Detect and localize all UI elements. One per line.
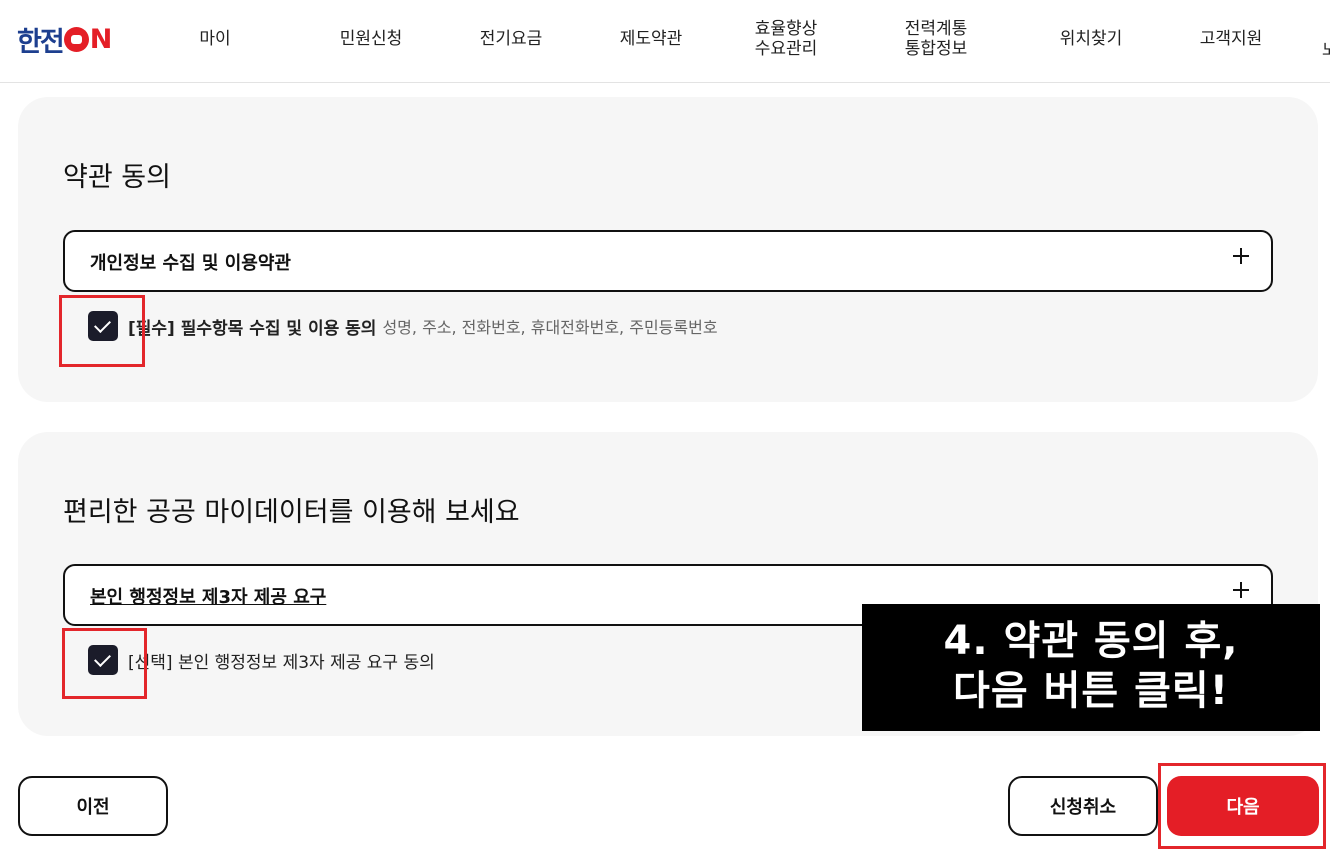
accordion-label: 개인정보 수집 및 이용약관 (90, 253, 291, 274)
overlay-line1: 4. 약관 동의 후, (943, 618, 1239, 664)
previous-button[interactable]: 이전 (18, 776, 168, 836)
nav-label: 제도약관 (619, 29, 683, 49)
privacy-terms-accordion[interactable]: 개인정보 수집 및 이용약관 (63, 230, 1273, 292)
nav-item-location[interactable]: 위치찾기 (1045, 0, 1137, 78)
logo-on-mark: N (63, 23, 113, 55)
plus-icon[interactable] (1231, 246, 1251, 266)
nav-item-customer-support[interactable]: 고객지원 (1185, 0, 1277, 78)
terms-agreement-card: 약관 동의 개인정보 수집 및 이용약관 [필수] 필수항목 수집 및 이용 동… (18, 97, 1318, 402)
next-button[interactable]: 다음 (1167, 776, 1319, 836)
nav-label: 효율향상 (754, 19, 818, 39)
kepco-on-logo[interactable]: 한전 N (17, 22, 113, 58)
overlay-line2: 다음 버튼 클릭! (953, 668, 1229, 714)
nav-item-power-grid[interactable]: 전력계통 통합정보 (890, 0, 982, 78)
nav-label: 민원신청 (339, 29, 403, 49)
nav-label-line2: 수요관리 (754, 39, 818, 59)
nav-label: 마이 (199, 29, 231, 49)
nav-item-efficiency[interactable]: 효율향상 수요관리 (740, 0, 832, 78)
site-header: 한전 N 마이 민원신청 전기요금 제도약관 효율향상 수요관리 전력계통 통합… (0, 0, 1330, 83)
nav-item-terms-system[interactable]: 제도약관 (605, 0, 697, 78)
nav-item-my[interactable]: 마이 (175, 0, 255, 78)
plug-icon (63, 26, 89, 52)
mydata-title: 편리한 공공 마이데이터를 이용해 보세요 (63, 497, 520, 528)
required-consent-row[interactable]: [필수] 필수항목 수집 및 이용 동의 성명, 주소, 전화번호, 휴대전화번… (88, 311, 718, 341)
nav-label: 위치찾기 (1059, 29, 1123, 49)
nav-label-line2: 통합정보 (904, 39, 968, 59)
annotation-box-required-checkbox (59, 295, 145, 367)
plus-icon[interactable] (1231, 580, 1251, 600)
cancel-application-button[interactable]: 신청취소 (1008, 776, 1158, 836)
nav-item-civil-petition[interactable]: 민원신청 (325, 0, 417, 78)
nav-item-cutoff[interactable]: 노 (1322, 36, 1330, 60)
nav-item-electricity-bill[interactable]: 전기요금 (465, 0, 557, 78)
required-consent-label: [필수] 필수항목 수집 및 이용 동의 (128, 318, 377, 339)
annotation-box-optional-checkbox (62, 628, 147, 699)
accordion-label: 본인 행정정보 제3자 제공 요구 (90, 587, 327, 608)
nav-label: 전력계통 (904, 19, 968, 39)
logo-n: N (89, 23, 113, 55)
nav-label: 고객지원 (1199, 29, 1263, 49)
logo-prefix: 한전 (17, 26, 65, 58)
required-consent-description: 성명, 주소, 전화번호, 휴대전화번호, 주민등록번호 (382, 318, 718, 337)
terms-title: 약관 동의 (63, 162, 171, 193)
optional-consent-label: [선택] 본인 행정정보 제3자 제공 요구 동의 (128, 652, 435, 673)
instruction-overlay: 4. 약관 동의 후, 다음 버튼 클릭! (862, 604, 1320, 731)
nav-label: 전기요금 (479, 29, 543, 49)
